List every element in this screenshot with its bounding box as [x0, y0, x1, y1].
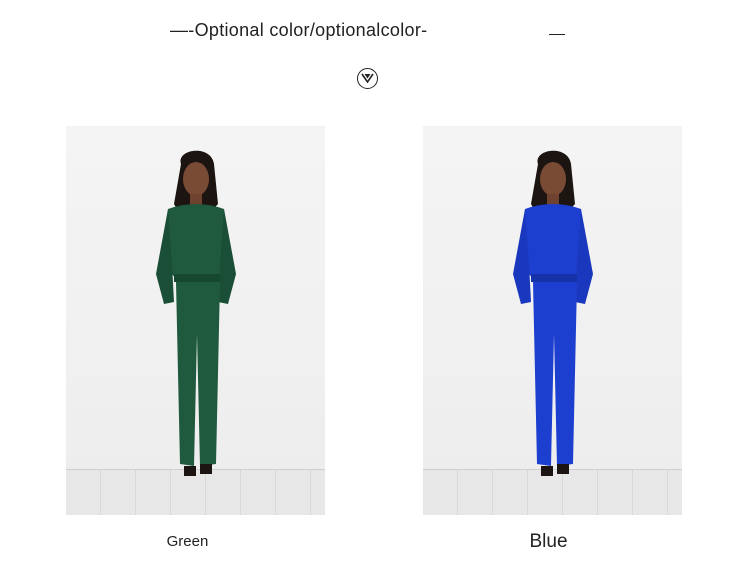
model-figure-blue: [513, 150, 593, 476]
chevron-down-icon[interactable]: [357, 68, 378, 89]
model-figure-green: [156, 150, 236, 476]
product-photo-blue[interactable]: [423, 126, 682, 515]
title-dash: [549, 34, 565, 35]
color-label-blue: Blue: [529, 531, 568, 552]
color-label-green: Green: [166, 533, 209, 550]
product-photo-green[interactable]: [66, 126, 325, 515]
section-title: —-Optional color/optionalcolor-: [170, 20, 428, 40]
